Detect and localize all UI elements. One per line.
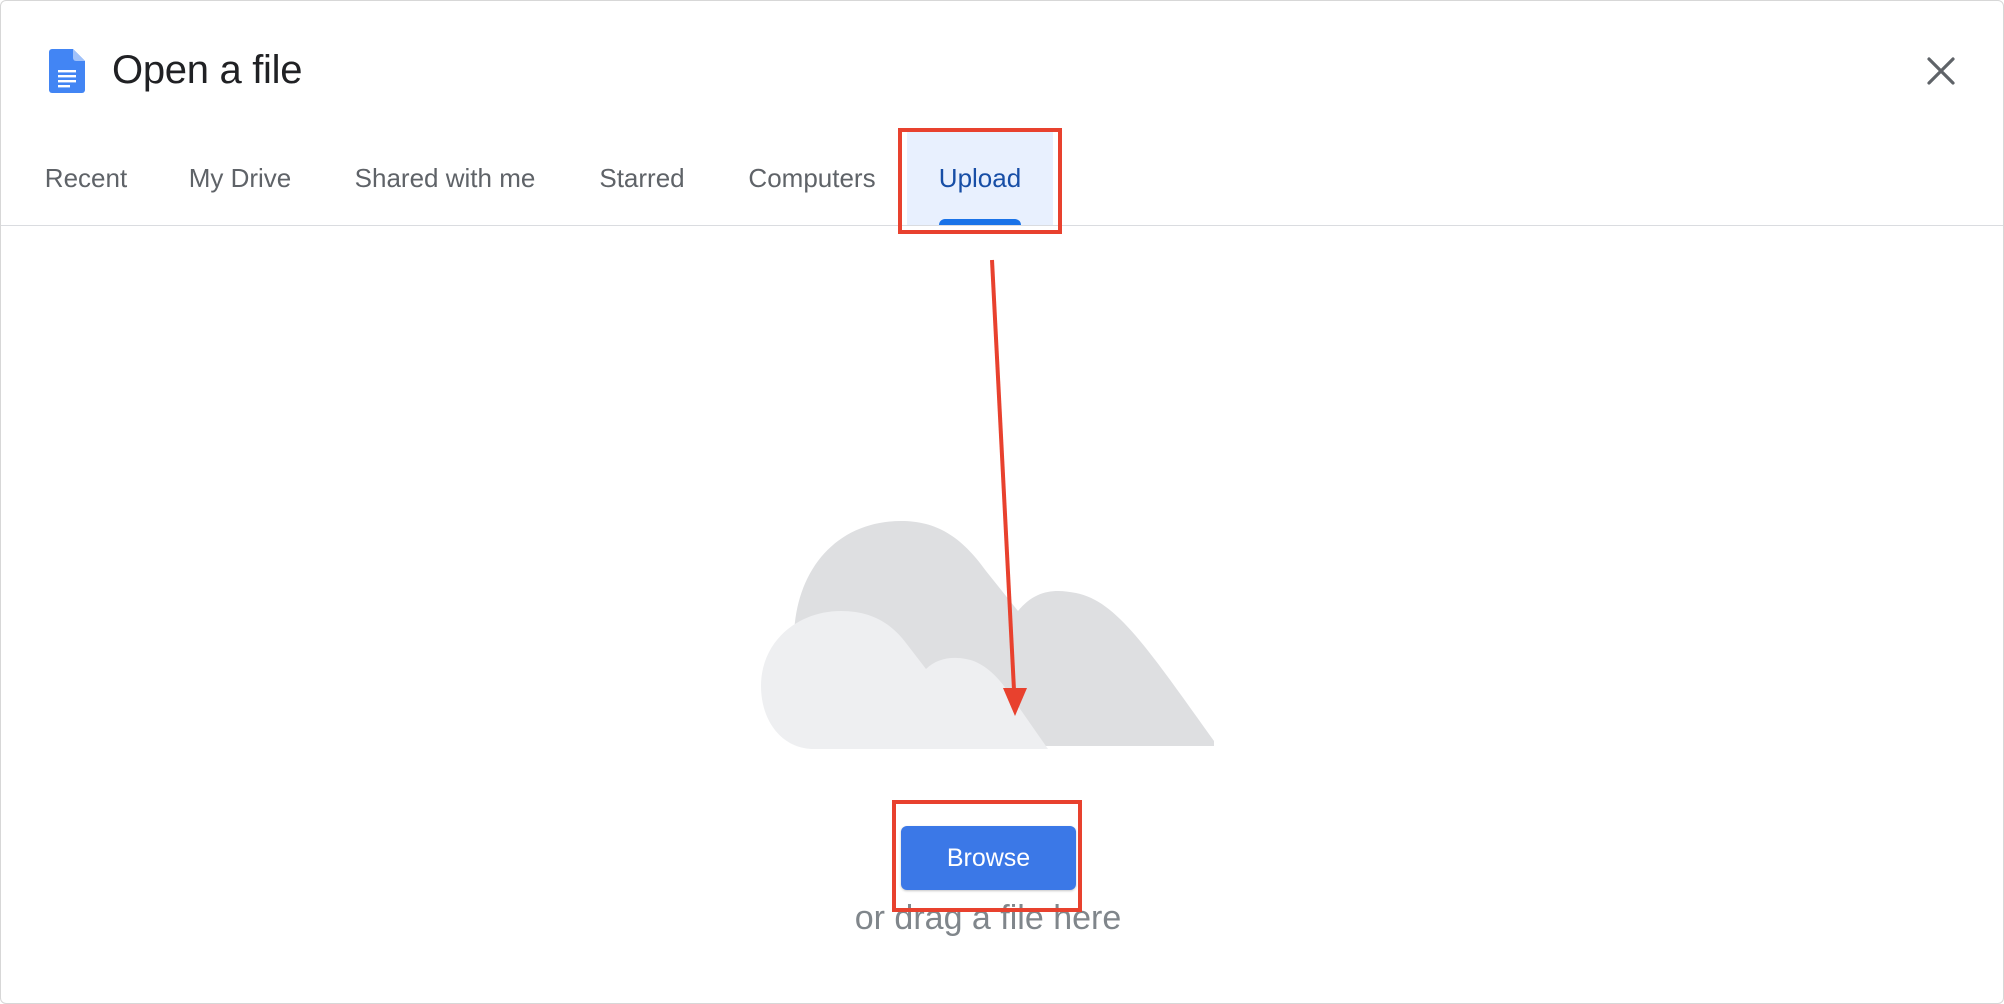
dialog-header: Open a file <box>1 1 2003 131</box>
tab-upload[interactable]: Upload <box>907 131 1053 225</box>
close-button[interactable] <box>1919 49 1963 93</box>
tab-bar: Recent My Drive Shared with me Starred C… <box>1 131 2003 226</box>
close-icon <box>1927 57 1955 85</box>
tab-label: Shared with me <box>354 162 536 193</box>
tab-computers[interactable]: Computers <box>727 131 897 225</box>
tab-label: Upload <box>938 162 1022 193</box>
tab-shared-with-me[interactable]: Shared with me <box>333 131 557 225</box>
cloud-illustration <box>761 521 1214 749</box>
google-docs-icon <box>49 49 85 93</box>
tab-recent[interactable]: Recent <box>25 131 147 225</box>
tab-label: Recent <box>44 162 128 193</box>
dialog-title: Open a file <box>112 48 303 92</box>
tab-starred[interactable]: Starred <box>581 131 703 225</box>
tab-label: Computers <box>748 162 876 193</box>
drag-drop-hint: or drag a file here <box>854 899 1122 937</box>
browse-button[interactable]: Browse <box>901 826 1076 890</box>
tab-my-drive[interactable]: My Drive <box>171 131 309 225</box>
active-tab-indicator <box>939 219 1021 225</box>
tab-label: My Drive <box>188 162 292 193</box>
tab-label: Starred <box>599 162 685 193</box>
open-file-dialog: Open a file Recent My Drive Shared with … <box>0 0 2004 1004</box>
